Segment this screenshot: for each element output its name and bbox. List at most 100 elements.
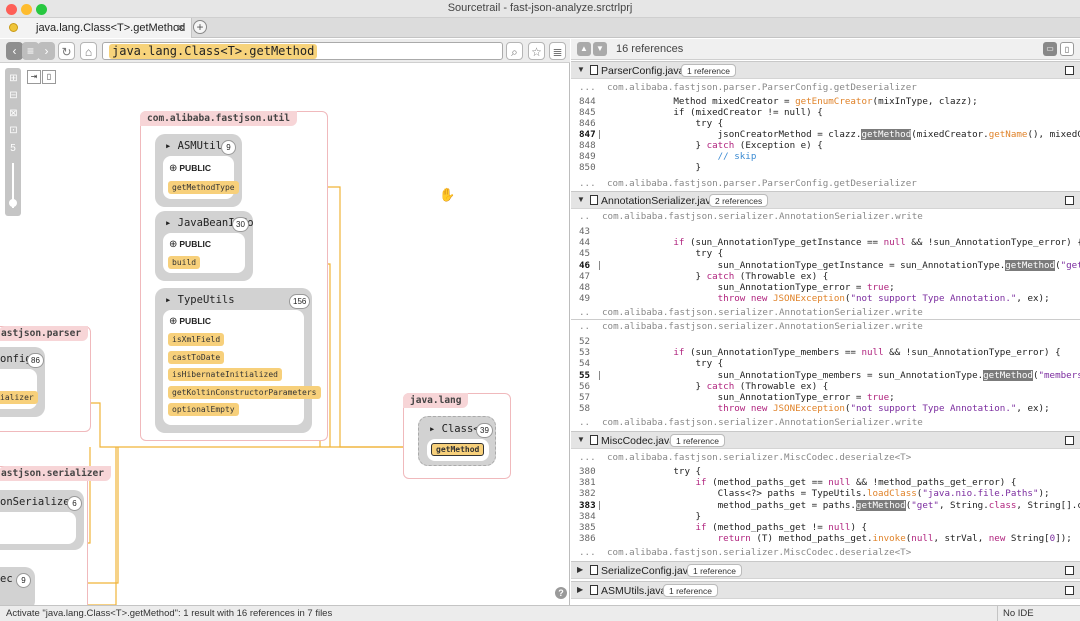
maximize-icon[interactable] bbox=[1065, 436, 1074, 445]
code-line[interactable]: 53 if (sun_AnnotationType_members == nul… bbox=[571, 347, 1080, 358]
code-line-active[interactable]: 383 method_paths_get = paths.getMethod("… bbox=[571, 500, 1080, 511]
group-file-icon[interactable]: ⊟ bbox=[8, 90, 19, 101]
code-line[interactable]: 47 } catch (Throwable ex) { bbox=[571, 271, 1080, 282]
reference-badge: 1 reference bbox=[670, 434, 725, 447]
class-node-misccodec[interactable]: ec 9 bbox=[0, 567, 35, 605]
tab-active[interactable]: java.lang.Class<T>.getMethod × bbox=[0, 18, 192, 38]
layout-icon[interactable]: ⊞ bbox=[8, 73, 19, 84]
maximize-icon[interactable] bbox=[1065, 66, 1074, 75]
scope-context[interactable]: .. com.alibaba.fastjson.serializer.Annota… bbox=[571, 417, 1080, 428]
member-node[interactable]: getMethodType bbox=[168, 181, 239, 194]
scope-context[interactable]: ... com.alibaba.fastjson.parser.ParserCon… bbox=[571, 178, 1080, 189]
code-line[interactable]: 49 throw new JSONException("not support … bbox=[571, 293, 1080, 304]
member-node[interactable]: optionalEmpty bbox=[168, 403, 239, 416]
package-label: com.alibaba.fastjson.util bbox=[140, 111, 297, 126]
file-header-asmutils[interactable]: ▶ ASMUtils.java 1 reference bbox=[571, 581, 1080, 599]
search-toolbar: ‹ ≡ › ↻ ⌂ java.lang.Class<T>.getMethod ⌕… bbox=[0, 39, 570, 63]
code-line[interactable]: 385 if (method_paths_get != null) { bbox=[571, 522, 1080, 533]
code-line[interactable]: 56 } catch (Throwable ex) { bbox=[571, 381, 1080, 392]
scope-context[interactable]: .. com.alibaba.fastjson.serializer.Annota… bbox=[571, 321, 1080, 332]
scope-context[interactable]: .. com.alibaba.fastjson.serializer.Annota… bbox=[571, 307, 1080, 318]
scope-context[interactable]: .. com.alibaba.fastjson.serializer.Annota… bbox=[571, 211, 1080, 222]
help-icon[interactable]: ? bbox=[555, 587, 567, 599]
scope-context[interactable]: ... com.alibaba.fastjson.parser.ParserCon… bbox=[571, 82, 1080, 93]
graph-collapse-button[interactable]: ⇥ bbox=[27, 70, 41, 84]
member-node[interactable]: castToDate bbox=[168, 351, 225, 364]
code-toolbar: ▲ ▼ 16 references ▭ ▯ bbox=[571, 39, 1080, 60]
maximize-icon[interactable] bbox=[1065, 586, 1074, 595]
code-line[interactable]: 844 Method mixedCreator = getEnumCreator… bbox=[571, 96, 1080, 107]
class-node-parserconfig[interactable]: onfig 86 ializer bbox=[0, 347, 45, 417]
code-line[interactable]: 846 try { bbox=[571, 118, 1080, 129]
zoom-slider-knob[interactable] bbox=[9, 199, 17, 207]
previous-reference-button[interactable]: ▲ bbox=[577, 42, 591, 56]
member-node[interactable]: getKoltinConstructorParameters bbox=[168, 386, 321, 399]
file-header-serializeconfig[interactable]: ▶ SerializeConfig.java 1 reference bbox=[571, 561, 1080, 579]
bookmark-manager-button[interactable]: ≣ bbox=[549, 42, 566, 60]
tab-close-icon[interactable]: × bbox=[177, 20, 185, 35]
window-title: Sourcetrail - fast-json-analyze.srctrlpr… bbox=[447, 2, 633, 14]
refresh-button[interactable]: ↻ bbox=[58, 42, 75, 60]
code-line[interactable]: 380 try { bbox=[571, 466, 1080, 477]
class-node-asmutils[interactable]: ▸ ASMUtils 9 ⊕ PUBLIC getMethodType bbox=[155, 134, 242, 207]
collapse-arrow-icon[interactable]: ▼ bbox=[577, 195, 585, 204]
maximize-icon[interactable] bbox=[1065, 566, 1074, 575]
member-node[interactable]: ializer bbox=[0, 391, 38, 404]
member-node[interactable]: build bbox=[168, 256, 201, 269]
search-input[interactable]: java.lang.Class<T>.getMethod bbox=[102, 42, 503, 60]
file-header-annotationserializer[interactable]: ▼ AnnotationSerializer.java 2 references bbox=[571, 191, 1080, 209]
reference-count-badge: 6 bbox=[67, 496, 82, 511]
maximize-icon[interactable] bbox=[1065, 196, 1074, 205]
code-line[interactable]: 381 if (method_paths_get == null && !met… bbox=[571, 477, 1080, 488]
collapse-arrow-icon[interactable]: ▼ bbox=[577, 435, 585, 444]
zoom-level-value: 5 bbox=[10, 143, 16, 154]
expand-arrow-icon[interactable]: ▶ bbox=[577, 585, 583, 594]
code-line[interactable]: 848 } catch (Exception e) { bbox=[571, 140, 1080, 151]
file-header-misccodec[interactable]: ▼ MiscCodec.java 1 reference bbox=[571, 431, 1080, 449]
file-mode-button[interactable]: ▯ bbox=[1060, 42, 1074, 56]
scope-context[interactable]: ... com.alibaba.fastjson.serializer.MiscC… bbox=[571, 547, 1080, 558]
home-button[interactable]: ⌂ bbox=[80, 42, 97, 60]
code-line-active[interactable]: 847 jsonCreatorMethod = clazz.getMethod(… bbox=[571, 129, 1080, 140]
snippet-mode-button[interactable]: ▭ bbox=[1043, 42, 1057, 56]
class-node-serializer[interactable]: onSerializer 6 bbox=[0, 490, 84, 550]
file-name: SerializeConfig.java bbox=[601, 565, 694, 577]
member-node[interactable]: isHibernateInitialized bbox=[168, 368, 282, 381]
history-list-button[interactable]: ≡ bbox=[22, 42, 39, 60]
code-line[interactable]: 384 } bbox=[571, 511, 1080, 522]
code-line[interactable]: 43 bbox=[571, 226, 1080, 237]
next-reference-button[interactable]: ▼ bbox=[593, 42, 607, 56]
collapse-arrow-icon[interactable]: ▼ bbox=[577, 65, 585, 74]
code-line[interactable]: 382 Class<?> paths = TypeUtils.loadClass… bbox=[571, 488, 1080, 499]
code-line-active[interactable]: 55 sun_AnnotationType_members = sun_Anno… bbox=[571, 370, 1080, 381]
code-line[interactable]: 386 return (T) method_paths_get.invoke(n… bbox=[571, 533, 1080, 544]
member-node[interactable]: isXmlField bbox=[168, 333, 225, 346]
code-line[interactable]: 54 try { bbox=[571, 358, 1080, 369]
export-icon[interactable]: ⊡ bbox=[8, 125, 19, 136]
class-node-typeutils[interactable]: ▸ TypeUtils 156 ⊕ PUBLIC isXmlField castT… bbox=[155, 288, 321, 433]
group-namespace-icon[interactable]: ⊠ bbox=[8, 108, 19, 119]
class-node-class-t[interactable]: ▸ Class<T> 39 getMethod bbox=[418, 416, 496, 466]
class-node-javabeaninfo[interactable]: ▸ JavaBeanInfo 30 ⊕ PUBLIC build bbox=[155, 211, 254, 281]
code-line[interactable]: 52 bbox=[571, 336, 1080, 347]
code-line[interactable]: 45 try { bbox=[571, 248, 1080, 259]
graph-view[interactable]: ⊞ ⊟ ⊠ ⊡ 5 ⇥ ▯ com.alibaba.fastjson.util … bbox=[0, 63, 570, 605]
expand-arrow-icon[interactable]: ▶ bbox=[577, 565, 583, 574]
member-node-active[interactable]: getMethod bbox=[431, 443, 485, 456]
code-line[interactable]: 57 sun_AnnotationType_error = true; bbox=[571, 392, 1080, 403]
code-line[interactable]: 845 if (mixedCreator != null) { bbox=[571, 107, 1080, 118]
code-line[interactable]: 48 sun_AnnotationType_error = true; bbox=[571, 282, 1080, 293]
back-button[interactable]: ‹ bbox=[6, 42, 23, 60]
code-line[interactable]: 849 // skip bbox=[571, 151, 1080, 162]
search-button[interactable]: ⌕ bbox=[506, 42, 523, 60]
bookmark-star-button[interactable]: ☆ bbox=[528, 42, 545, 60]
graph-file-button[interactable]: ▯ bbox=[42, 70, 56, 84]
forward-button[interactable]: › bbox=[38, 42, 55, 60]
code-line[interactable]: 44 if (sun_AnnotationType_getInstance ==… bbox=[571, 237, 1080, 248]
code-line[interactable]: 58 throw new JSONException("not support … bbox=[571, 403, 1080, 414]
code-line[interactable]: 850 } bbox=[571, 162, 1080, 173]
new-tab-button[interactable]: + bbox=[193, 20, 207, 34]
scope-context[interactable]: ... com.alibaba.fastjson.serializer.MiscC… bbox=[571, 452, 1080, 463]
file-header-parserconfig[interactable]: ▼ ParserConfig.java 1 reference bbox=[571, 61, 1080, 79]
code-line-active[interactable]: 46 sun_AnnotationType_getInstance = sun_… bbox=[571, 260, 1080, 271]
